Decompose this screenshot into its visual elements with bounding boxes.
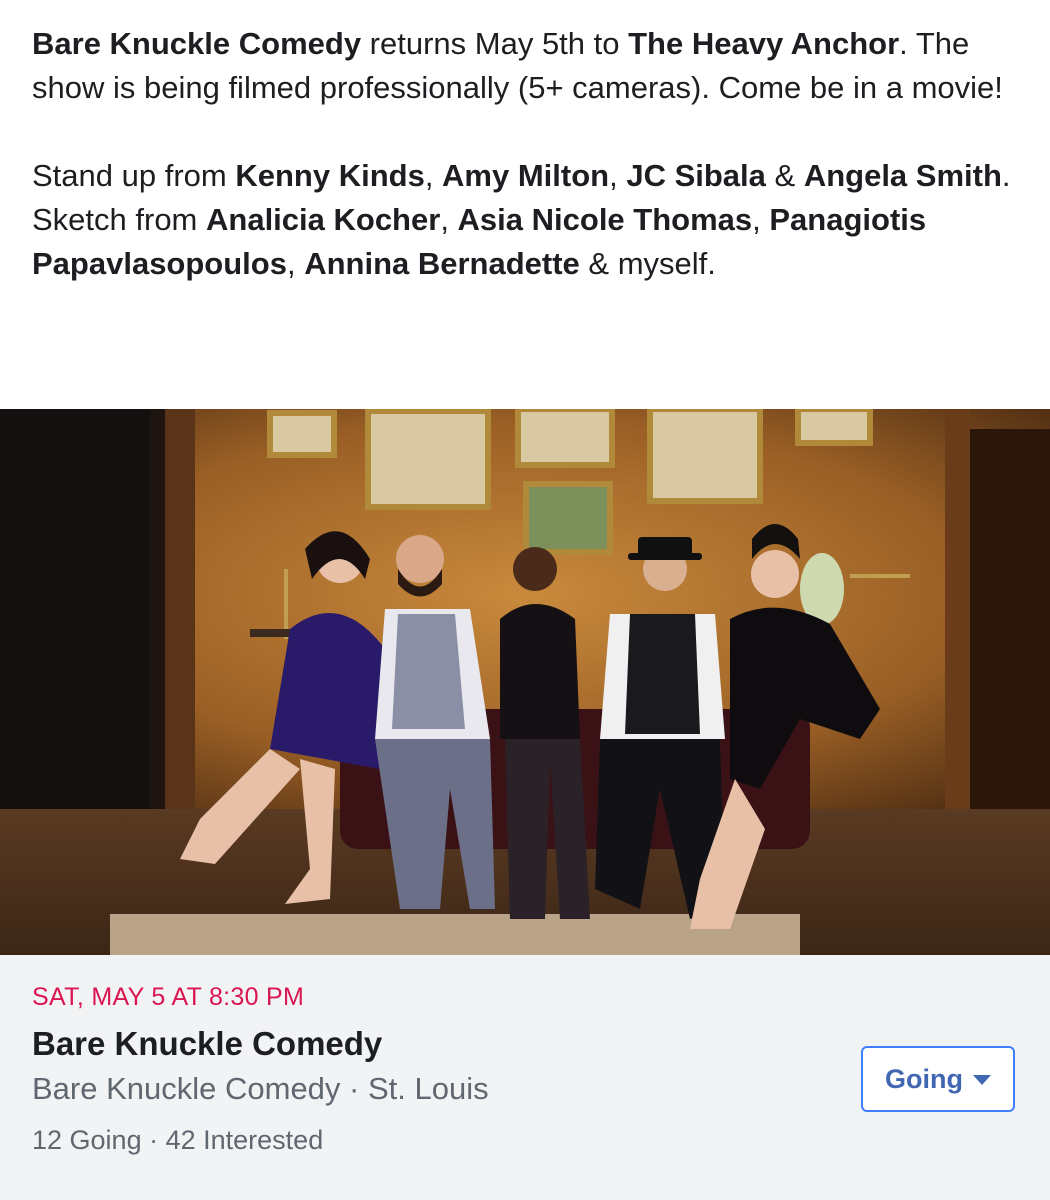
performer-name: Asia Nicole Thomas [457, 202, 753, 237]
separator: · [340, 1071, 368, 1106]
org-name: Bare Knuckle Comedy [32, 26, 362, 61]
event-date: SAT, MAY 5 AT 8:30 PM [32, 983, 305, 1011]
event-photo[interactable] [0, 409, 1050, 955]
interested-count[interactable]: 42 Interested [166, 1125, 324, 1155]
caret-down-icon [972, 1075, 991, 1085]
event-location: St. Louis [368, 1071, 489, 1106]
going-rsvp-button[interactable]: Going [861, 1046, 1015, 1112]
performer-name: Angela Smith [803, 158, 1002, 193]
post-paragraph-1: Bare Knuckle Comedy returns May 5th to T… [32, 26, 1003, 105]
post-text: Bare Knuckle Comedy returns May 5th to T… [32, 22, 1022, 286]
going-rsvp-label: Going [885, 1063, 963, 1094]
event-title[interactable]: Bare Knuckle Comedy [32, 1025, 382, 1063]
going-count[interactable]: 12 Going [32, 1125, 142, 1155]
performer-name: Kenny Kinds [235, 158, 425, 193]
post-paragraph-2: Stand up from Kenny Kinds, Amy Milton, J… [32, 158, 1011, 281]
performer-name: Analicia Kocher [206, 202, 441, 237]
event-attendance: 12 Going · 42 Interested [32, 1125, 323, 1156]
cast-photo-illustration [0, 409, 1050, 955]
separator: · [141, 1125, 166, 1155]
performer-name: Annina Bernadette [304, 246, 580, 281]
event-host-location: Bare Knuckle Comedy · St. Louis [32, 1071, 489, 1107]
event-card[interactable]: SAT, MAY 5 AT 8:30 PM Bare Knuckle Comed… [0, 955, 1050, 1200]
venue-name: The Heavy Anchor [628, 26, 900, 61]
event-host[interactable]: Bare Knuckle Comedy [32, 1071, 340, 1106]
performer-name: Amy Milton [442, 158, 610, 193]
performer-name: JC Sibala [626, 158, 766, 193]
